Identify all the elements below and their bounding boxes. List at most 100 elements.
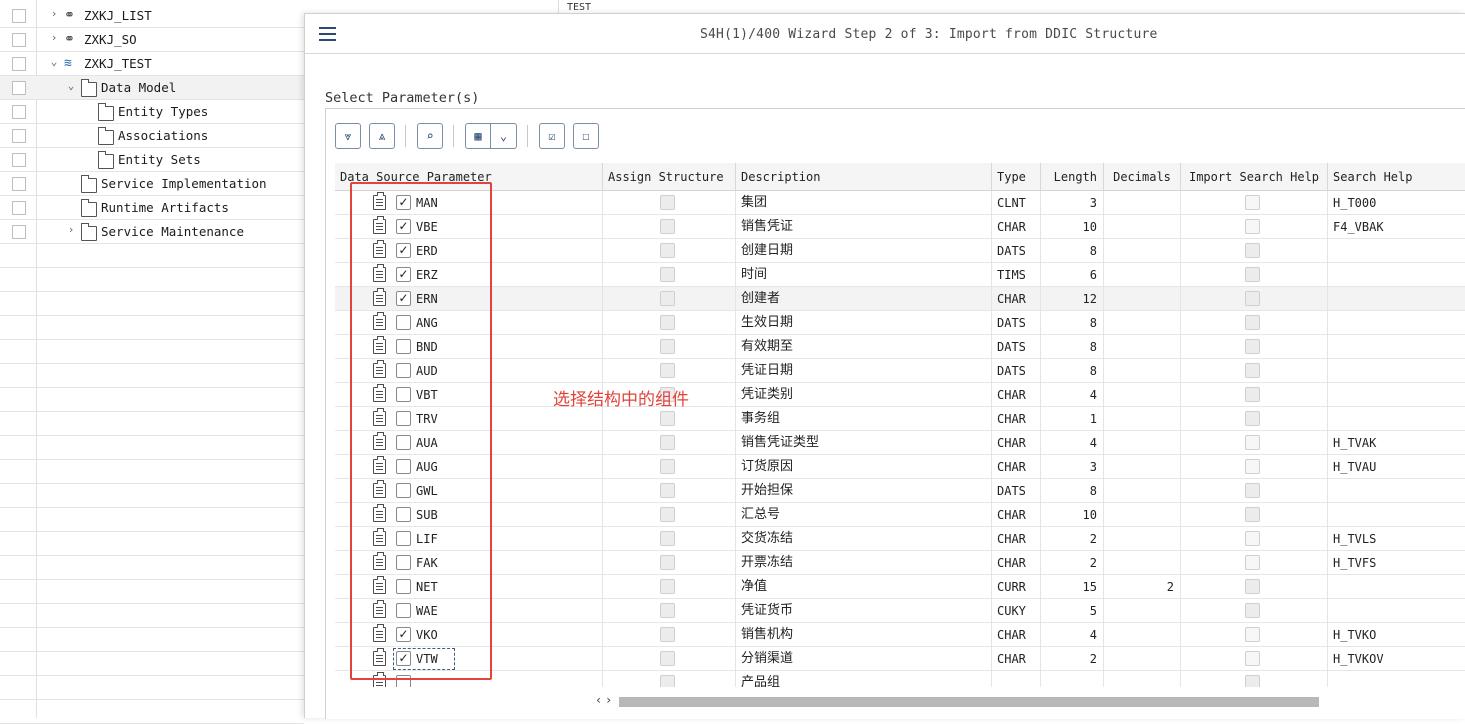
col-assign-structure[interactable]: Assign Structure bbox=[603, 163, 736, 191]
scrollbar-thumb[interactable] bbox=[619, 697, 1319, 707]
chevron-right-icon[interactable]: › bbox=[65, 223, 77, 239]
decimals-cell bbox=[1104, 599, 1181, 623]
collapse-all-button[interactable]: ⩓ bbox=[369, 123, 395, 149]
field-select-checkbox[interactable] bbox=[396, 483, 411, 498]
field-select-checkbox[interactable] bbox=[396, 363, 411, 378]
scroll-left-icon[interactable]: ‹ bbox=[595, 693, 602, 707]
col-search-help[interactable]: Search Help bbox=[1328, 163, 1465, 191]
tree-item-checkbox[interactable] bbox=[12, 129, 26, 143]
scroll-right-icon[interactable]: › bbox=[605, 693, 612, 707]
field-select-checkbox[interactable] bbox=[396, 339, 411, 354]
table-row[interactable]: TRV 事务组 CHAR 1 bbox=[335, 407, 1465, 431]
select-all-button[interactable]: ☑ bbox=[539, 123, 565, 149]
toolbar-separator bbox=[453, 125, 454, 147]
import-search-help-checkbox[interactable] bbox=[1245, 459, 1260, 474]
tree-item-label: Entity Types bbox=[118, 104, 209, 119]
field-name: ERZ bbox=[416, 268, 438, 282]
field-select-checkbox[interactable] bbox=[396, 459, 411, 474]
import-search-help-checkbox[interactable] bbox=[1245, 651, 1260, 666]
field-select-checkbox[interactable]: ✓ bbox=[396, 291, 411, 306]
decimals-cell bbox=[1104, 287, 1181, 311]
tree-item-checkbox[interactable] bbox=[12, 81, 26, 95]
import-search-help-checkbox[interactable] bbox=[1245, 555, 1260, 570]
field-select-checkbox[interactable]: ✓ bbox=[396, 195, 411, 210]
expand-all-button[interactable]: ⩔ bbox=[335, 123, 361, 149]
field-select-checkbox[interactable]: ✓ bbox=[396, 243, 411, 258]
tree-item-checkbox[interactable] bbox=[12, 33, 26, 47]
col-decimals[interactable]: Decimals bbox=[1104, 163, 1181, 191]
find-button[interactable]: ⌕ bbox=[417, 123, 443, 149]
field-select-checkbox[interactable] bbox=[396, 411, 411, 426]
chevron-down-icon[interactable]: ⌄ bbox=[65, 79, 77, 95]
col-data-source-parameter[interactable]: Data Source Parameter bbox=[335, 163, 603, 191]
table-row[interactable]: LIF 交货冻结 CHAR 2 H_TVLS bbox=[335, 527, 1465, 551]
field-select-checkbox[interactable] bbox=[396, 435, 411, 450]
tree-item[interactable]: Entity Types bbox=[0, 100, 304, 124]
horizontal-scrollbar[interactable]: ‹ › bbox=[595, 693, 1321, 707]
glasses-icon: ⚭ bbox=[64, 8, 75, 23]
table-row[interactable]: BND 有效期至 DATS 8 bbox=[335, 335, 1465, 359]
tree-item-checkbox[interactable] bbox=[12, 201, 26, 215]
tree-item-checkbox[interactable] bbox=[12, 9, 26, 23]
field-select-checkbox[interactable] bbox=[396, 675, 411, 687]
table-row[interactable]: ✓ ERD 创建日期 DATS 8 bbox=[335, 239, 1465, 263]
field-select-checkbox[interactable] bbox=[396, 555, 411, 570]
import-search-help-checkbox[interactable] bbox=[1245, 195, 1260, 210]
tree-item[interactable]: Runtime Artifacts bbox=[0, 196, 304, 220]
col-type[interactable]: Type bbox=[992, 163, 1041, 191]
field-select-checkbox[interactable]: ✓ bbox=[396, 267, 411, 282]
field-select-checkbox[interactable] bbox=[396, 579, 411, 594]
table-row[interactable]: AUG 订货原因 CHAR 3 H_TVAU bbox=[335, 455, 1465, 479]
table-row[interactable]: ✓ ERZ 时间 TIMS 6 bbox=[335, 263, 1465, 287]
length-cell: 8 bbox=[1041, 479, 1104, 503]
tree-item[interactable]: › Service Maintenance bbox=[0, 220, 304, 244]
table-row[interactable]: GWL 开始担保 DATS 8 bbox=[335, 479, 1465, 503]
layout-button[interactable]: ▦ ⌄ bbox=[465, 123, 517, 149]
tree-item[interactable]: Service Implementation bbox=[0, 172, 304, 196]
table-row[interactable]: 产品组 bbox=[335, 671, 1465, 687]
table-row[interactable]: ✓ VBE 销售凭证 CHAR 10 F4_VBAK bbox=[335, 215, 1465, 239]
field-select-checkbox[interactable] bbox=[396, 531, 411, 546]
table-row[interactable]: VBT 凭证类别 CHAR 4 bbox=[335, 383, 1465, 407]
table-row[interactable]: AUA 销售凭证类型 CHAR 4 H_TVAK bbox=[335, 431, 1465, 455]
field-select-checkbox[interactable] bbox=[396, 507, 411, 522]
tree-item[interactable]: › ⚭ ZXKJ_SO bbox=[0, 28, 304, 52]
deselect-all-button[interactable]: ☐ bbox=[573, 123, 599, 149]
tree-item[interactable]: ⌄ ≋ ZXKJ_TEST bbox=[0, 52, 304, 76]
tree-item-checkbox[interactable] bbox=[12, 105, 26, 119]
import-search-help-checkbox[interactable] bbox=[1245, 435, 1260, 450]
table-row[interactable]: WAE 凭证货币 CUKY 5 bbox=[335, 599, 1465, 623]
table-row[interactable]: SUB 汇总号 CHAR 10 bbox=[335, 503, 1465, 527]
col-import-search-help[interactable]: Import Search Help bbox=[1181, 163, 1328, 191]
table-row[interactable]: ANG 生效日期 DATS 8 bbox=[335, 311, 1465, 335]
tree-item[interactable]: ⌄ Data Model bbox=[0, 76, 304, 100]
chevron-right-icon[interactable]: › bbox=[48, 7, 60, 23]
chevron-right-icon[interactable]: › bbox=[48, 31, 60, 47]
import-search-help-checkbox[interactable] bbox=[1245, 627, 1260, 642]
field-select-checkbox[interactable] bbox=[396, 387, 411, 402]
field-select-checkbox[interactable]: ✓ bbox=[396, 219, 411, 234]
table-row[interactable]: AUD 凭证日期 DATS 8 bbox=[335, 359, 1465, 383]
tree-item[interactable]: › ⚭ ZXKJ_LIST bbox=[0, 4, 304, 28]
col-length[interactable]: Length bbox=[1041, 163, 1104, 191]
table-row[interactable]: FAK 开票冻结 CHAR 2 H_TVFS bbox=[335, 551, 1465, 575]
import-search-help-checkbox[interactable] bbox=[1245, 531, 1260, 546]
col-description[interactable]: Description bbox=[736, 163, 992, 191]
tree-item-checkbox[interactable] bbox=[12, 153, 26, 167]
table-row[interactable]: ✓ VTW 分销渠道 CHAR 2 H_TVKOV bbox=[335, 647, 1465, 671]
tree-item-checkbox[interactable] bbox=[12, 225, 26, 239]
chevron-down-icon[interactable]: ⌄ bbox=[48, 55, 60, 71]
field-select-checkbox[interactable]: ✓ bbox=[396, 627, 411, 642]
menu-icon[interactable] bbox=[319, 27, 337, 41]
table-row[interactable]: ✓ VKO 销售机构 CHAR 4 H_TVKO bbox=[335, 623, 1465, 647]
tree-item[interactable]: Associations bbox=[0, 124, 304, 148]
tree-item[interactable]: Entity Sets bbox=[0, 148, 304, 172]
field-select-checkbox[interactable] bbox=[396, 315, 411, 330]
tree-item-checkbox[interactable] bbox=[12, 57, 26, 71]
table-row[interactable]: ✓ MAN 集团 CLNT 3 H_T000 bbox=[335, 191, 1465, 215]
table-row[interactable]: NET 净值 CURR 15 2 bbox=[335, 575, 1465, 599]
field-select-checkbox[interactable] bbox=[396, 603, 411, 618]
table-row[interactable]: ✓ ERN 创建者 CHAR 12 bbox=[335, 287, 1465, 311]
tree-item-checkbox[interactable] bbox=[12, 177, 26, 191]
import-search-help-checkbox[interactable] bbox=[1245, 219, 1260, 234]
